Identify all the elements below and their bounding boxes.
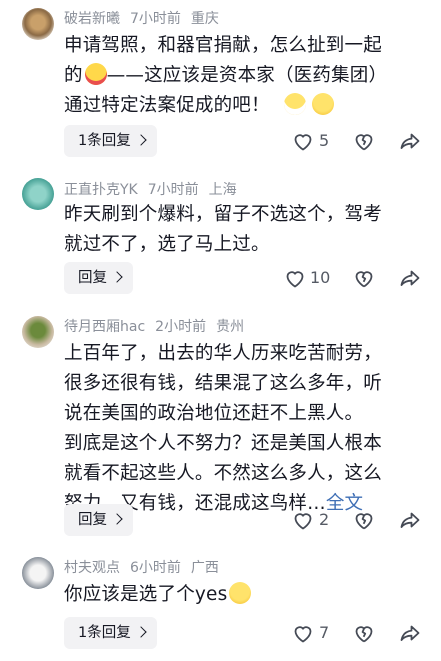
share-arrow-icon <box>400 133 420 149</box>
dislike-button[interactable] <box>352 508 376 532</box>
avatar[interactable] <box>22 178 54 210</box>
like-count: 5 <box>319 131 330 150</box>
comment-line: 到底是这个人不努力？还是美国人根本 <box>64 433 382 454</box>
broken-heart-icon <box>355 626 373 643</box>
share-button[interactable] <box>398 621 422 645</box>
chevron-right-icon <box>135 134 147 146</box>
crying-laughing-emoji-icon <box>84 63 107 85</box>
comment-line: 就看不起这些人。不然这么多人，这么 <box>64 463 382 484</box>
dislike-button[interactable] <box>352 621 376 645</box>
comment-meta: 破岩新曦 7小时前 重庆 <box>64 8 229 28</box>
comment-text: 你应该是选了个yes <box>64 580 414 610</box>
timestamp: 7小时前 <box>147 182 199 198</box>
dislike-button[interactable] <box>352 266 376 290</box>
share-arrow-icon <box>400 512 420 528</box>
avatar[interactable] <box>22 557 54 589</box>
comment-text: 昨天刷到个爆料，留子不选这个，驾考 就过不了，选了马上过。 <box>64 200 414 260</box>
like-count: 7 <box>319 623 330 642</box>
comment-line: 上百年了，出去的华人历来吃苦耐劳， <box>64 343 382 364</box>
like-button[interactable] <box>291 508 315 532</box>
comment-text: 申请驾照，和器官捐献，怎么扯到一起 的 ——这应该是资本家（医药集团） 通过特定法… <box>64 31 414 121</box>
broken-heart-icon <box>355 271 373 288</box>
reply-button[interactable]: 回复 <box>64 504 133 536</box>
heart-icon <box>294 626 312 643</box>
comment-line: 申请驾照，和器官捐献，怎么扯到一起 <box>64 35 382 56</box>
thinking-emoji-icon <box>311 93 334 115</box>
comment-line: 说在美国的政治地位还赶不上黑人。 <box>64 403 364 424</box>
share-arrow-icon <box>400 270 420 286</box>
timestamp: 7小时前 <box>130 11 181 27</box>
chevron-right-icon <box>111 513 123 525</box>
share-button[interactable] <box>398 508 422 532</box>
view-replies-button[interactable]: 1条回复 <box>64 125 157 157</box>
share-button[interactable] <box>398 129 422 153</box>
reply-button[interactable]: 回复 <box>64 262 133 294</box>
dislike-button[interactable] <box>352 129 376 153</box>
username[interactable]: 正直扑克YK <box>64 182 138 198</box>
comment-line: 很多还很有钱，结果混了这么多年，听 <box>64 373 382 394</box>
like-button[interactable] <box>291 129 315 153</box>
like-button[interactable] <box>291 621 315 645</box>
username[interactable]: 待月西厢hac <box>64 319 145 335</box>
broken-heart-icon <box>355 513 373 530</box>
chevron-right-icon <box>135 626 147 638</box>
share-arrow-icon <box>400 625 420 641</box>
comment-meta: 待月西厢hac 2小时前 贵州 <box>64 316 254 336</box>
avatar[interactable] <box>22 8 54 40</box>
username[interactable]: 破岩新曦 <box>64 11 120 27</box>
like-count: 10 <box>310 268 331 287</box>
comment-line: 通过特定法案促成的吧！ <box>64 91 414 121</box>
thinking-emoji-icon <box>229 582 252 604</box>
location: 广西 <box>190 560 219 576</box>
username[interactable]: 村夫观点 <box>64 560 120 576</box>
comment-line: 就过不了，选了马上过。 <box>64 234 270 255</box>
heart-icon <box>286 271 304 288</box>
comment-meta: 村夫观点 6小时前 广西 <box>64 557 229 577</box>
avatar[interactable] <box>22 316 54 348</box>
chevron-right-icon <box>111 271 123 283</box>
comment-line: 你应该是选了个yes <box>64 580 414 610</box>
location: 重庆 <box>190 11 219 27</box>
view-replies-button[interactable]: 1条回复 <box>64 617 157 649</box>
timestamp: 2小时前 <box>155 319 207 335</box>
heart-icon <box>294 134 312 151</box>
comment-line: 的 ——这应该是资本家（医药集团） <box>64 63 388 86</box>
timestamp: 6小时前 <box>130 560 181 576</box>
grin-emoji-icon <box>283 93 306 115</box>
comment-line: 昨天刷到个爆料，留子不选这个，驾考 <box>64 204 382 225</box>
like-button[interactable] <box>283 266 307 290</box>
heart-icon <box>294 513 312 530</box>
share-button[interactable] <box>398 266 422 290</box>
comment-text: 上百年了，出去的华人历来吃苦耐劳， 很多还很有钱，结果混了这么多年，听 说在美国… <box>64 339 414 519</box>
comment-meta: 正直扑克YK 7小时前 上海 <box>64 179 247 199</box>
location: 上海 <box>208 182 237 198</box>
broken-heart-icon <box>355 134 373 151</box>
location: 贵州 <box>216 319 245 335</box>
like-count: 2 <box>319 510 330 529</box>
